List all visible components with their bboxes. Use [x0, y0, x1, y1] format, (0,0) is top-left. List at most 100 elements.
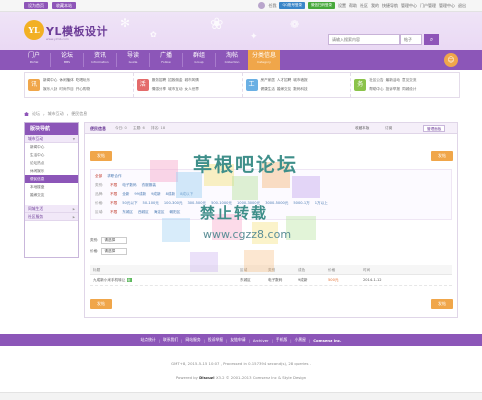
- thread-title-link[interactable]: 九成新小米手机转让: [93, 278, 125, 282]
- sidebar-group-service[interactable]: 社区服务 ▶: [25, 213, 78, 221]
- bookmark-site-button[interactable]: 收藏本站: [52, 2, 76, 9]
- filter-option[interactable]: 求职合作: [107, 172, 121, 181]
- quick-link[interactable]: 数码科技: [293, 87, 307, 92]
- quick-link[interactable]: 同城设计: [402, 87, 416, 92]
- nav-item-collection[interactable]: 淘帖 Collection: [216, 50, 248, 70]
- nav-item-information[interactable]: 资讯 Information: [84, 50, 116, 70]
- table-row[interactable]: 九成新小米手机转让 新 东城区 电子数码 9成新 500元 2014-1-12: [90, 275, 452, 286]
- community-link[interactable]: 社区: [360, 3, 368, 9]
- quick-link[interactable]: 服务招聘: [152, 78, 166, 83]
- post-button-right[interactable]: 发帖: [431, 151, 453, 161]
- breadcrumb-item[interactable]: 论坛: [32, 111, 40, 117]
- filter-option[interactable]: 9成新: [151, 190, 160, 199]
- filter-option[interactable]: 西城区: [138, 208, 149, 217]
- my-link[interactable]: 我的: [371, 3, 379, 9]
- quick-link[interactable]: 人才招聘: [277, 78, 291, 83]
- quick-link[interactable]: 娱乐八卦: [43, 87, 57, 92]
- quick-link[interactable]: 休闲播体: [59, 78, 73, 83]
- filter-option[interactable]: 东城区: [122, 208, 133, 217]
- help-link[interactable]: 帮助: [349, 3, 357, 9]
- settings-link[interactable]: 设置: [338, 3, 346, 9]
- sidebar-group-city[interactable]: 城市互动 ▼: [25, 135, 78, 143]
- sidebar-item[interactable]: 本地楼盘: [25, 183, 78, 191]
- logout-link[interactable]: 退出: [458, 3, 466, 9]
- filter-option[interactable]: 朝阳区: [170, 208, 181, 217]
- quick-link[interactable]: 社区公告: [369, 78, 383, 83]
- quick-link[interactable]: 新闻中心: [43, 78, 57, 83]
- filter-option[interactable]: 海淀区: [154, 208, 165, 217]
- favorite-forum-link[interactable]: 收藏本版: [355, 126, 369, 131]
- price-select[interactable]: 请选择: [101, 248, 128, 255]
- nav-item-category[interactable]: 分类信息 Category: [248, 50, 280, 70]
- filter-option[interactable]: 1万以上: [315, 199, 328, 208]
- manage-center-link[interactable]: 管理中心: [439, 3, 455, 9]
- nav-item-bbs[interactable]: 论坛 BBS: [51, 50, 83, 70]
- filter-option[interactable]: 8成以下: [180, 190, 193, 199]
- footer-link[interactable]: 站点统计: [141, 337, 156, 343]
- filter-option[interactable]: 5000-1万: [293, 199, 309, 208]
- filter-option[interactable]: 50元以下: [122, 199, 137, 208]
- thread-title-cell[interactable]: 九成新小米手机转让 新: [90, 275, 240, 285]
- filter-option[interactable]: 1000-3000元: [237, 199, 260, 208]
- logo-badge[interactable]: YL: [24, 20, 44, 40]
- quick-link[interactable]: 女人世界: [185, 87, 199, 92]
- footer-brand-tail[interactable]: Comsenz Inc.: [313, 338, 341, 343]
- admin-center-link[interactable]: 管理中心: [401, 3, 417, 9]
- search-button[interactable]: ⌕: [424, 34, 439, 45]
- discuz-link[interactable]: Discuz!: [199, 375, 215, 380]
- quick-link[interactable]: 开心购物: [76, 87, 90, 92]
- sidebar-item[interactable]: 婚嫁交友: [25, 191, 78, 199]
- footer-link[interactable]: 投诉举报: [208, 337, 223, 343]
- sidebar-item[interactable]: 论坛热点: [25, 159, 78, 167]
- search-input[interactable]: [329, 35, 399, 44]
- quick-link[interactable]: 投诉举报: [386, 87, 400, 92]
- filter-option-selected[interactable]: 不限: [110, 190, 117, 199]
- manage-panel-button[interactable]: 管理面板: [423, 125, 446, 132]
- nav-item-group[interactable]: 群组 Group: [183, 50, 215, 70]
- quick-link[interactable]: 招致佣金: [168, 78, 182, 83]
- filter-option[interactable]: 8成新: [166, 190, 175, 199]
- filter-option[interactable]: 500-1000元: [211, 199, 232, 208]
- filter-option[interactable]: 50-100元: [143, 199, 159, 208]
- nav-user-button[interactable]: ☺: [444, 53, 458, 67]
- post-button[interactable]: 发帖: [90, 151, 112, 161]
- post-button-bottom-right[interactable]: 发帖: [431, 299, 453, 309]
- nav-item-follow[interactable]: 广播 Follow: [150, 50, 182, 70]
- wechat-login-button[interactable]: 微信扫码登录: [308, 2, 335, 9]
- quick-link[interactable]: 情感分享: [152, 87, 166, 92]
- quick-link[interactable]: 城市互动: [168, 87, 182, 92]
- filter-option[interactable]: 3000-5000元: [265, 199, 288, 208]
- quick-link[interactable]: 城市墙报: [293, 78, 307, 83]
- breadcrumb-item[interactable]: 便民信息: [71, 111, 87, 117]
- quick-nav-link[interactable]: 快捷导航: [382, 3, 398, 9]
- quick-link[interactable]: 城市风情: [185, 78, 199, 83]
- quick-link[interactable]: 最新活动: [386, 78, 400, 83]
- filter-option-selected[interactable]: 不限: [110, 199, 117, 208]
- sidebar-item[interactable]: 新闻中心: [25, 143, 78, 151]
- filter-option[interactable]: 电子数码: [122, 181, 136, 190]
- footer-link[interactable]: 手机版: [276, 337, 287, 343]
- quick-link[interactable]: 吃喝玩乐: [76, 78, 90, 83]
- post-button-bottom[interactable]: 发帖: [90, 299, 112, 309]
- quick-link[interactable]: 婚嫁交友: [277, 87, 291, 92]
- quick-link[interactable]: 帮助中心: [369, 87, 383, 92]
- filter-option[interactable]: 99成新: [134, 190, 146, 199]
- filter-option[interactable]: 100-300元: [164, 199, 183, 208]
- breadcrumb-item[interactable]: 城市互动: [48, 111, 64, 117]
- sidebar-item[interactable]: 休闲娱乐: [25, 167, 78, 175]
- filter-option-selected[interactable]: 不限: [110, 181, 117, 190]
- filter-option[interactable]: 300-500元: [187, 199, 206, 208]
- set-homepage-button[interactable]: 设为首页: [24, 2, 48, 9]
- portal-manage-link[interactable]: 门户管理: [420, 3, 436, 9]
- home-icon[interactable]: [24, 112, 29, 116]
- footer-link[interactable]: Archiver: [253, 338, 269, 343]
- filter-option[interactable]: 全新: [122, 190, 129, 199]
- category-select[interactable]: 请选择: [101, 237, 128, 244]
- nav-item-portal[interactable]: 门户 Portal: [18, 50, 50, 70]
- qq-login-button[interactable]: QQ账号登录: [279, 2, 305, 9]
- nav-item-guide[interactable]: 导读 Guide: [117, 50, 149, 70]
- filter-all[interactable]: 全部: [95, 172, 102, 181]
- quick-link[interactable]: 意见交流: [402, 78, 416, 83]
- footer-link[interactable]: 小黑屋: [295, 337, 306, 343]
- footer-link[interactable]: 友链申请: [230, 337, 245, 343]
